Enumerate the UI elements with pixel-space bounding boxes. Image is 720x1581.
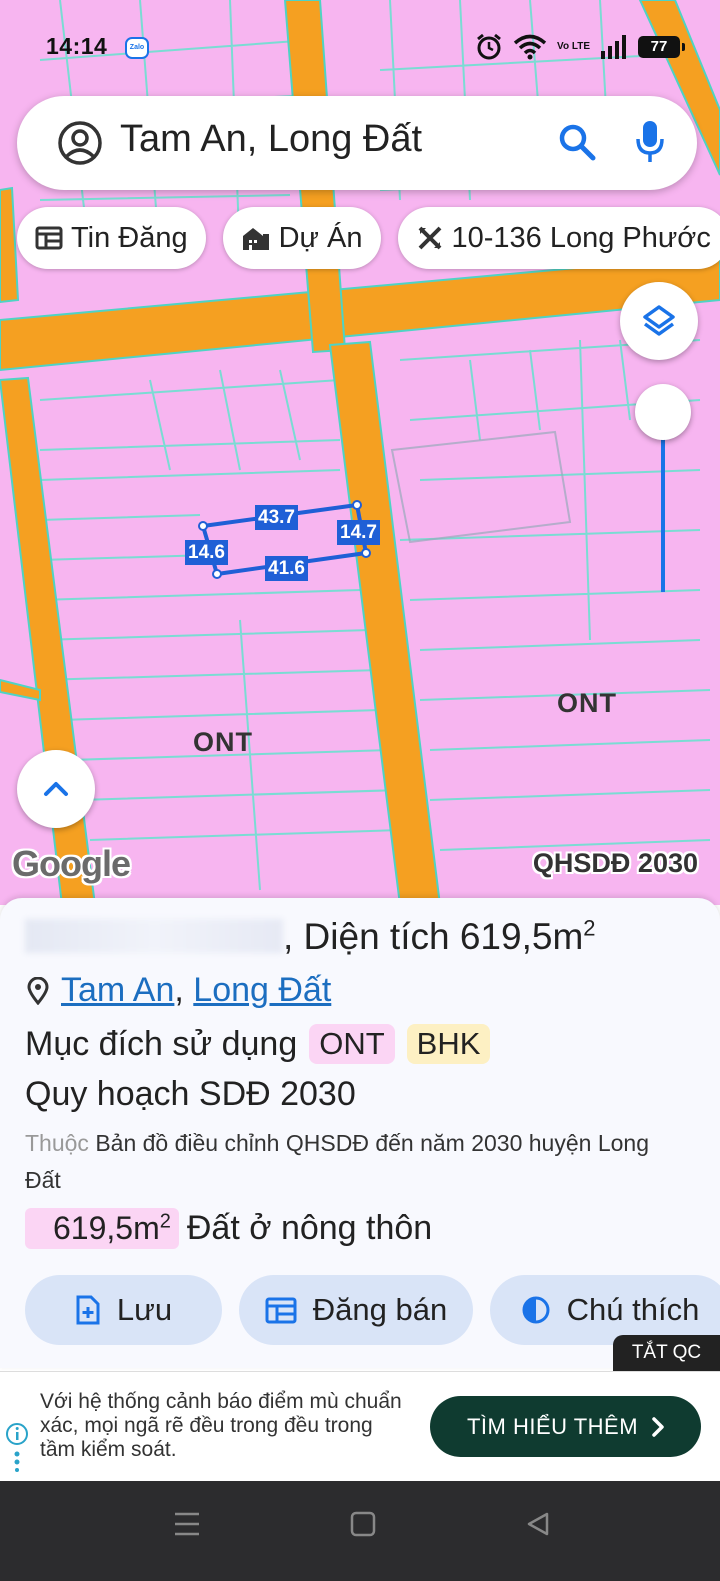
slider-thumb[interactable] xyxy=(635,384,691,440)
alarm-icon xyxy=(477,33,501,60)
buildings-icon xyxy=(242,228,269,250)
opacity-slider[interactable] xyxy=(635,382,691,597)
ruler-icon xyxy=(418,226,441,250)
save-button[interactable]: Lưu xyxy=(25,1275,222,1345)
filter-chips: Tin Đăng Dự Án 10-136 Long Phước xyxy=(17,207,720,269)
expand-panel-button[interactable] xyxy=(17,750,95,828)
purpose-row: Mục đích sử dụng ONT BHK xyxy=(25,1024,491,1064)
ad-text: Với hệ thống cảnh báo điểm mù chuẩn xác,… xyxy=(40,1390,402,1461)
title-area-sup: 2 xyxy=(583,915,596,941)
back-icon[interactable] xyxy=(525,1511,551,1537)
chevron-right-icon xyxy=(652,1416,664,1437)
status-bar: 14:14 Zalo Vo LTE 77 xyxy=(0,0,720,92)
plan-description: Thuộc Bản đồ điều chỉnh QHSDĐ đến năm 20… xyxy=(25,1125,685,1199)
contrast-icon xyxy=(522,1296,550,1324)
wifi-icon xyxy=(513,34,547,60)
zone-label: ONT xyxy=(557,688,617,718)
area-label: Đất ở nông thôn xyxy=(186,1209,433,1247)
map-view[interactable]: 43.7 14.7 14.6 41.6 ONT ONT 14:14 Zalo V… xyxy=(0,0,720,905)
desc-text: Bản đồ điều chỉnh QHSDĐ đến năm 2030 huy… xyxy=(25,1130,649,1193)
chevron-up-icon xyxy=(44,782,68,796)
volte-icon: Vo LTE xyxy=(557,41,590,52)
area-row: 619,5m2 Đất ở nông thôn xyxy=(25,1208,432,1249)
post-sale-button[interactable]: Đăng bán xyxy=(239,1275,473,1345)
layers-button[interactable] xyxy=(620,282,698,360)
signal-icon xyxy=(601,35,626,59)
ad-banner[interactable]: Với hệ thống cảnh báo điểm mù chuẩn xác,… xyxy=(0,1371,720,1481)
chip-label: 10-136 Long Phước xyxy=(451,221,711,254)
chip-label: Tin Đăng xyxy=(71,221,188,254)
location-pin-icon xyxy=(27,976,49,1005)
area-badge: 619,5m2 xyxy=(25,1208,179,1249)
area-sup: 2 xyxy=(159,1210,171,1233)
layers-icon xyxy=(643,305,675,336)
blurred-parcel-id xyxy=(25,919,283,953)
google-logo: Google xyxy=(12,843,131,884)
save-label: Lưu xyxy=(116,1292,173,1327)
parcel-title: , Diện tích 619,5m2 xyxy=(25,916,596,958)
ad-info-icon[interactable] xyxy=(5,1422,29,1472)
mic-icon[interactable] xyxy=(635,119,665,165)
purpose-badge-bhk: BHK xyxy=(406,1024,491,1064)
ad-cta-label: TÌM HIỂU THÊM xyxy=(466,1413,639,1439)
zalo-icon: Zalo xyxy=(125,37,149,59)
purpose-label: Mục đích sử dụng xyxy=(25,1024,298,1063)
system-nav-bar xyxy=(0,1481,720,1581)
plan-label: Quy hoạch SDĐ 2030 xyxy=(25,1075,356,1113)
location-row: Tam An, Long Đất xyxy=(27,971,331,1010)
ad-close-button[interactable]: TẮT QC xyxy=(613,1335,720,1371)
chip-label: Dự Án xyxy=(278,221,363,254)
ad-cta-button[interactable]: TÌM HIỂU THÊM xyxy=(430,1396,701,1457)
add-file-icon xyxy=(76,1295,100,1325)
status-time: 14:14 xyxy=(46,33,108,59)
title-area: 619,5m xyxy=(459,916,584,957)
location-link-commune[interactable]: Tam An xyxy=(61,971,174,1009)
legend-label: Chú thích xyxy=(566,1292,700,1327)
location-separator: , xyxy=(174,971,184,1009)
purpose-badge-ont: ONT xyxy=(309,1024,395,1064)
parcel-dimension-left: 14.6 xyxy=(185,540,228,565)
calendar-icon xyxy=(265,1297,297,1324)
chip-du-an[interactable]: Dự Án xyxy=(222,207,381,269)
search-icon[interactable] xyxy=(556,121,598,163)
location-link-district[interactable]: Long Đất xyxy=(193,971,331,1009)
action-buttons: Lưu Đăng bán Chú thích xyxy=(25,1275,720,1345)
parcel-dimension-right: 14.7 xyxy=(337,520,380,545)
title-prefix: , Diện tích xyxy=(283,916,460,957)
account-icon[interactable] xyxy=(57,120,103,166)
post-sale-label: Đăng bán xyxy=(312,1292,448,1327)
search-input[interactable]: Tam An, Long Đất xyxy=(120,118,422,161)
area-value: 619,5m xyxy=(53,1210,160,1246)
chip-measure[interactable]: 10-136 Long Phước xyxy=(397,207,720,269)
parcel-info-panel: , Diện tích 619,5m2 Tam An, Long Đất Mục… xyxy=(0,898,720,1368)
parcel-dimension-bottom: 41.6 xyxy=(265,556,308,581)
search-bar[interactable]: Tam An, Long Đất xyxy=(17,96,697,190)
table-icon xyxy=(35,226,63,250)
menu-icon[interactable] xyxy=(173,1511,201,1537)
battery-icon: 77 xyxy=(638,36,685,58)
zone-label: ONT xyxy=(193,727,253,757)
home-icon[interactable] xyxy=(350,1511,376,1537)
chip-tin-dang[interactable]: Tin Đăng xyxy=(17,207,206,269)
desc-prefix: Thuộc xyxy=(25,1130,89,1156)
parcel-dimension-top: 43.7 xyxy=(255,505,298,530)
map-layer-name: QHSDĐ 2030 xyxy=(532,848,698,878)
